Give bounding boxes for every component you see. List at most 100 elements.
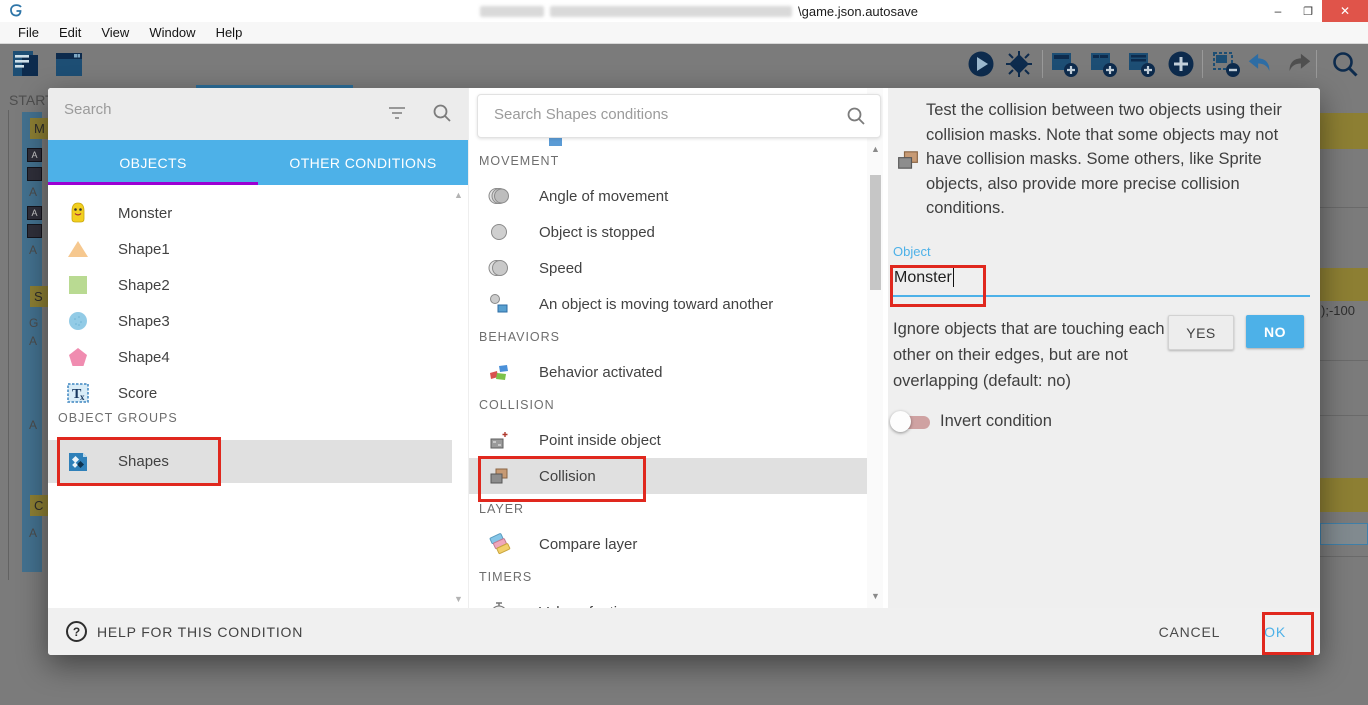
- add-subevent-icon[interactable]: [1089, 49, 1119, 79]
- scrollbar-thumb[interactable]: [870, 175, 881, 290]
- object-item-shape2[interactable]: Shape2: [48, 267, 452, 303]
- item-label: Shapes: [118, 453, 169, 470]
- conditions-search-bar: [477, 94, 881, 138]
- behavior-icon: [487, 360, 511, 384]
- conditions-scrollbar[interactable]: [867, 88, 883, 608]
- toolbar: [0, 45, 1368, 86]
- object-item-score[interactable]: Tx Score: [48, 375, 452, 411]
- menu-view[interactable]: View: [91, 25, 139, 40]
- condition-item-behavior-activated[interactable]: Behavior activated: [469, 354, 867, 390]
- object-groups-header: OBJECT GROUPS: [58, 411, 178, 425]
- search-icon[interactable]: [432, 103, 452, 123]
- event-selected-row: [1320, 523, 1368, 545]
- item-label: Angle of movement: [539, 188, 668, 205]
- background-events-left: START MAAAASGAACA: [0, 86, 48, 705]
- scroll-up-icon[interactable]: ▲: [454, 190, 463, 200]
- scroll-down-icon[interactable]: ▼: [454, 594, 463, 604]
- objects-panel: OBJECTSOTHER CONDITIONS Monster Shape1 Sha…: [48, 88, 468, 608]
- close-button[interactable]: ✕: [1322, 0, 1368, 22]
- item-label: Shape3: [118, 313, 170, 330]
- event-marker: C: [30, 495, 48, 516]
- remove-event-icon[interactable]: [1212, 49, 1242, 79]
- text-object-icon: Tx: [66, 381, 90, 405]
- search-icon[interactable]: [1330, 49, 1360, 79]
- item-label: Object is stopped: [539, 224, 655, 241]
- menu-bar: FileEditViewWindowHelp: [0, 22, 1368, 44]
- item-label: Speed: [539, 260, 582, 277]
- condition-item-object-is-stopped[interactable]: Object is stopped: [469, 214, 867, 250]
- event-divider: [1320, 207, 1368, 208]
- event-marker: A: [29, 185, 37, 199]
- object-item-monster[interactable]: Monster: [48, 195, 452, 231]
- toolbar-separator: [1202, 50, 1203, 78]
- undo-icon[interactable]: [1245, 49, 1275, 79]
- condition-item-value-of-a-timer[interactable]: Value of a timer: [469, 594, 867, 608]
- item-label: Value of a timer: [539, 604, 643, 609]
- help-link[interactable]: ? HELP FOR THIS CONDITION: [66, 621, 303, 642]
- maximize-button[interactable]: ❐: [1294, 0, 1322, 22]
- scene-tab-label: START: [9, 92, 48, 108]
- filter-icon[interactable]: [388, 105, 406, 121]
- item-label: Monster: [118, 205, 172, 222]
- redacted-text: [480, 6, 544, 17]
- group-item-shapes[interactable]: Shapes: [48, 440, 452, 483]
- menu-edit[interactable]: Edit: [49, 25, 91, 40]
- scroll-up-icon[interactable]: ▲: [871, 144, 880, 154]
- objects-search-input[interactable]: [62, 100, 366, 119]
- condition-item-point-inside-object[interactable]: Point inside object: [469, 422, 867, 458]
- object-item-shape3[interactable]: Shape3: [48, 303, 452, 339]
- object-field-value: Monster: [894, 269, 952, 287]
- tab-other-conditions[interactable]: OTHER CONDITIONS: [258, 140, 468, 185]
- tab-objects[interactable]: OBJECTS: [48, 140, 258, 185]
- ok-button[interactable]: OK: [1264, 624, 1286, 640]
- object-group-icon: [66, 450, 90, 474]
- yes-button[interactable]: YES: [1168, 315, 1234, 350]
- condition-item-angle-of-movement[interactable]: Angle of movement: [469, 178, 867, 214]
- window-title: \game.json.autosave: [480, 0, 918, 22]
- event-marker: [27, 224, 42, 238]
- object-item-shape4[interactable]: Shape4: [48, 339, 452, 375]
- events-sheet-icon[interactable]: [10, 47, 44, 81]
- add-comment-icon[interactable]: [1127, 49, 1157, 79]
- clipped-item-icon: [549, 138, 562, 146]
- triangle-orange-icon: [66, 237, 90, 261]
- parameters-panel: Test the collision between two objects u…: [888, 88, 1320, 608]
- svg-text:x: x: [80, 392, 85, 402]
- condition-item-compare-layer[interactable]: Compare layer: [469, 526, 867, 562]
- search-icon[interactable]: [846, 106, 866, 126]
- object-field[interactable]: Monster: [894, 268, 954, 287]
- menu-window[interactable]: Window: [139, 25, 205, 40]
- item-label: Shape2: [118, 277, 170, 294]
- scene-editor-icon[interactable]: [52, 47, 86, 81]
- conditions-panel: MOVEMENTAngle of movementObject is stopp…: [468, 88, 889, 608]
- item-label: Compare layer: [539, 536, 637, 553]
- gdevelop-logo-icon: [8, 3, 24, 19]
- add-more-icon[interactable]: [1166, 49, 1196, 79]
- condition-item-an-object-is-moving-toward-another[interactable]: An object is moving toward another: [469, 286, 867, 322]
- objects-search-bar: [48, 88, 468, 140]
- item-label: Shape1: [118, 241, 170, 258]
- condition-tabs: OBJECTSOTHER CONDITIONS: [48, 140, 468, 185]
- event-marker: A: [29, 243, 37, 257]
- condition-item-collision[interactable]: Collision: [469, 458, 867, 494]
- cancel-button[interactable]: CANCEL: [1159, 624, 1221, 640]
- event-marker: M: [30, 118, 48, 139]
- scroll-down-icon[interactable]: ▼: [871, 591, 880, 601]
- item-label: An object is moving toward another: [539, 296, 773, 313]
- menu-file[interactable]: File: [8, 25, 49, 40]
- event-marker: A: [29, 334, 37, 348]
- item-label: Behavior activated: [539, 364, 662, 381]
- redo-icon[interactable]: [1284, 49, 1314, 79]
- add-event-icon[interactable]: [1050, 49, 1080, 79]
- no-button[interactable]: NO: [1246, 315, 1304, 348]
- debug-icon[interactable]: [1004, 49, 1034, 79]
- invert-condition-toggle[interactable]: [890, 410, 936, 434]
- minimize-button[interactable]: –: [1264, 0, 1292, 22]
- object-item-shape1[interactable]: Shape1: [48, 231, 452, 267]
- menu-help[interactable]: Help: [206, 25, 253, 40]
- conditions-search-input[interactable]: [492, 105, 826, 124]
- condition-item-speed[interactable]: Speed: [469, 250, 867, 286]
- section-header-behaviors: BEHAVIORS: [479, 330, 560, 344]
- item-label: Score: [118, 385, 157, 402]
- preview-icon[interactable]: [966, 49, 996, 79]
